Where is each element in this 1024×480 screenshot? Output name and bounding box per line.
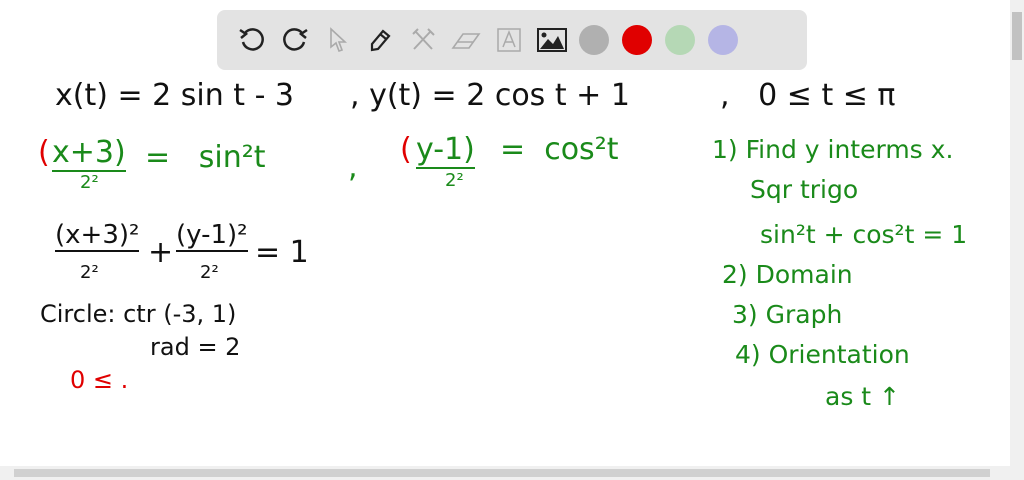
horizontal-scrollbar[interactable] bbox=[0, 466, 1024, 480]
y-numerator: y-1) bbox=[416, 132, 475, 169]
eq-num1: (x+3)² bbox=[55, 220, 140, 252]
vertical-scrollbar[interactable] bbox=[1010, 0, 1024, 466]
eraser-icon[interactable] bbox=[445, 19, 487, 61]
x-denominator: 2² bbox=[80, 172, 99, 193]
color-red-button[interactable] bbox=[616, 19, 658, 61]
toolbar bbox=[217, 10, 807, 70]
step-3: 3) Graph bbox=[732, 300, 843, 329]
vertical-scroll-thumb[interactable] bbox=[1012, 12, 1022, 60]
x-equation: x(t) = 2 sin t - 3 bbox=[55, 78, 295, 113]
eq-plus: + bbox=[148, 235, 174, 270]
image-icon[interactable] bbox=[531, 19, 573, 61]
text-icon[interactable] bbox=[488, 19, 530, 61]
eq-num2: (y-1)² bbox=[176, 220, 248, 252]
select-icon[interactable] bbox=[317, 19, 359, 61]
y-denominator: 2² bbox=[445, 170, 464, 191]
step-1-identity: sin²t + cos²t = 1 bbox=[760, 220, 968, 249]
x-numerator: x+3) bbox=[52, 135, 126, 172]
color-green-button[interactable] bbox=[659, 19, 701, 61]
paren-red: ( bbox=[38, 135, 50, 170]
color-purple-button[interactable] bbox=[702, 19, 744, 61]
y-equation: , y(t) = 2 cos t + 1 bbox=[350, 78, 630, 113]
t-range: , 0 ≤ t ≤ π bbox=[720, 78, 896, 113]
eq-den2: 2² bbox=[200, 262, 219, 283]
eq-den1: 2² bbox=[80, 262, 99, 283]
eq-rhs: = 1 bbox=[255, 235, 309, 270]
pen-icon[interactable] bbox=[359, 19, 401, 61]
tools-icon[interactable] bbox=[402, 19, 444, 61]
domain-start: 0 ≤ . bbox=[70, 366, 129, 394]
color-gray-button[interactable] bbox=[573, 19, 615, 61]
comma: , bbox=[348, 150, 358, 185]
paren-red-2: ( bbox=[400, 132, 412, 167]
step-1: 1) Find y interms x. bbox=[712, 135, 954, 164]
step-1-note: Sqr trigo bbox=[750, 175, 859, 204]
undo-icon[interactable] bbox=[231, 19, 273, 61]
cos-sq: = cos²t bbox=[500, 132, 619, 167]
step-2: 2) Domain bbox=[722, 260, 853, 289]
redo-icon[interactable] bbox=[274, 19, 316, 61]
circle-radius: rad = 2 bbox=[150, 333, 241, 361]
circle-center: Circle: ctr (-3, 1) bbox=[40, 300, 237, 328]
step-4-note: as t ↑ bbox=[825, 382, 900, 411]
horizontal-scroll-thumb[interactable] bbox=[14, 469, 990, 477]
step-4: 4) Orientation bbox=[735, 340, 910, 369]
sin-sq: = sin²t bbox=[145, 140, 266, 175]
